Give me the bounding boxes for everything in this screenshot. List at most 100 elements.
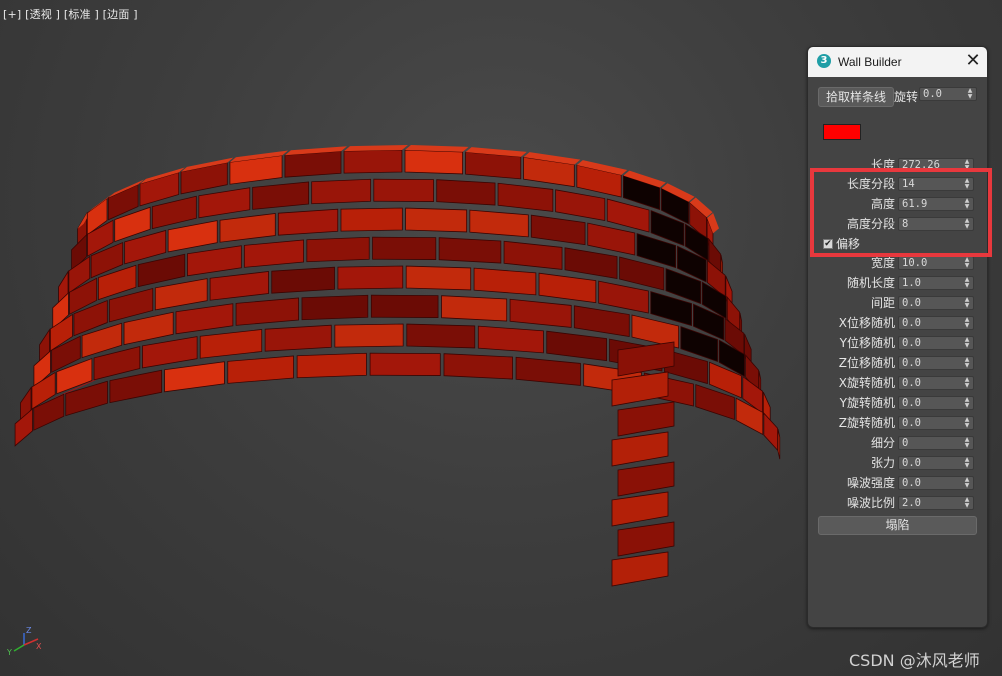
end-brick (617, 521, 675, 557)
end-brick (617, 401, 675, 437)
param-spinner[interactable]: 0.0 ▲ ▼ (898, 456, 974, 470)
brick (337, 265, 404, 290)
param-label: X旋转随机 (838, 376, 895, 390)
end-brick (611, 491, 669, 527)
param-label: 噪波强度 (846, 476, 895, 490)
param-value[interactable]: 0.0 (902, 337, 921, 350)
param-value[interactable]: 0.0 (902, 377, 921, 390)
spinner-arrows-icon[interactable]: ▲ ▼ (963, 337, 971, 349)
param-row: 宽度 10.0 ▲ ▼ (808, 255, 987, 271)
rotate-label: 旋转 (894, 90, 919, 104)
param-value[interactable]: 0.0 (902, 357, 921, 370)
spinner-arrows-icon[interactable]: ▲ ▼ (963, 397, 971, 409)
brick (370, 294, 439, 318)
spinner-arrows-icon[interactable]: ▲ ▼ (963, 437, 971, 449)
brick-wall (14, 145, 781, 587)
param-label: 噪波比例 (846, 496, 895, 510)
spinner-arrows-icon[interactable]: ▲ ▼ (966, 88, 974, 100)
param-spinner[interactable]: 0.0 ▲ ▼ (898, 336, 974, 350)
param-label: 随机长度 (846, 276, 895, 290)
end-brick (611, 431, 669, 467)
param-value[interactable]: 0.0 (902, 477, 921, 490)
spinner-arrows-icon[interactable]: ▲ ▼ (963, 497, 971, 509)
panel-title: Wall Builder (838, 55, 902, 69)
param-spinner[interactable]: 0.0 ▲ ▼ (898, 356, 974, 370)
param-label: Z旋转随机 (838, 416, 895, 430)
param-spinner[interactable]: 0.0 ▲ ▼ (898, 296, 974, 310)
brick (301, 294, 369, 321)
param-spinner[interactable]: 0.0 ▲ ▼ (898, 396, 974, 410)
wall-color-swatch[interactable] (823, 124, 861, 140)
param-value[interactable]: 0 (902, 437, 908, 450)
param-spinner[interactable]: 0.0 ▲ ▼ (898, 476, 974, 490)
brick (311, 178, 372, 205)
param-label: 宽度 (870, 256, 895, 270)
param-spinner[interactable]: 0 ▲ ▼ (898, 436, 974, 450)
param-row: 细分 0 ▲ ▼ (808, 435, 987, 451)
param-spinner[interactable]: 0.0 ▲ ▼ (898, 316, 974, 330)
spinner-arrows-icon[interactable]: ▲ ▼ (963, 357, 971, 369)
highlight-annotation-box (810, 168, 992, 257)
param-value[interactable]: 0.0 (902, 397, 921, 410)
param-value[interactable]: 10.0 (902, 257, 927, 270)
panel-titlebar[interactable]: 3 Wall Builder ✕ (808, 47, 987, 77)
wall-builder-panel: 3 Wall Builder ✕ 拾取样条线 旋转 0.0 ▲ ▼ 长度 272.… (807, 46, 988, 628)
param-value[interactable]: 1.0 (902, 277, 921, 290)
param-row: 随机长度 1.0 ▲ ▼ (808, 275, 987, 291)
spinner-arrows-icon[interactable]: ▲ ▼ (963, 377, 971, 389)
brick (441, 295, 508, 322)
param-spinner[interactable]: 0.0 ▲ ▼ (898, 416, 974, 430)
rotate-spinner[interactable]: 0.0 ▲ ▼ (919, 87, 977, 101)
spinner-arrows-icon[interactable]: ▲ ▼ (963, 257, 971, 269)
3dsmax-app-icon: 3 (817, 54, 831, 68)
watermark: CSDN @沐风老师 (849, 651, 980, 670)
param-row: Y旋转随机 0.0 ▲ ▼ (808, 395, 987, 411)
spinner-arrows-icon[interactable]: ▲ ▼ (963, 457, 971, 469)
axis-gizmo: Z Y X (6, 626, 42, 657)
brick (334, 323, 404, 348)
param-value[interactable]: 0.0 (902, 297, 921, 310)
param-row: X位移随机 0.0 ▲ ▼ (808, 315, 987, 331)
param-spinner[interactable]: 1.0 ▲ ▼ (898, 276, 974, 290)
close-icon[interactable]: ✕ (964, 52, 982, 70)
param-label: X位移随机 (838, 316, 895, 330)
brick (438, 237, 502, 264)
param-label: 细分 (870, 436, 895, 450)
brick (406, 323, 476, 349)
param-label: 间距 (870, 296, 895, 310)
param-value[interactable]: 0.0 (902, 317, 921, 330)
pick-spline-button[interactable]: 拾取样条线 (818, 87, 894, 107)
brick (443, 353, 513, 380)
param-row: 噪波比例 2.0 ▲ ▼ (808, 495, 987, 511)
spinner-arrows-icon[interactable]: ▲ ▼ (963, 477, 971, 489)
spinner-arrows-icon[interactable]: ▲ ▼ (963, 317, 971, 329)
param-spinner[interactable]: 10.0 ▲ ▼ (898, 256, 974, 270)
param-value[interactable]: 0.0 (902, 457, 921, 470)
spinner-arrows-icon[interactable]: ▲ ▼ (963, 277, 971, 289)
brick (405, 265, 472, 291)
param-spinner[interactable]: 0.0 ▲ ▼ (898, 376, 974, 390)
brick (264, 324, 332, 352)
brick (373, 178, 434, 202)
param-label: Y位移随机 (839, 336, 895, 350)
gizmo-z-label: Z (26, 626, 32, 635)
param-row: Z旋转随机 0.0 ▲ ▼ (808, 415, 987, 431)
collapse-button[interactable]: 塌陷 (818, 516, 977, 535)
param-value[interactable]: 2.0 (902, 497, 921, 510)
brick (277, 208, 339, 236)
spinner-arrows-icon[interactable]: ▲ ▼ (963, 417, 971, 429)
brick (284, 150, 342, 178)
param-row: Y位移随机 0.0 ▲ ▼ (808, 335, 987, 351)
spinner-arrows-icon[interactable]: ▲ ▼ (963, 297, 971, 309)
param-row: 张力 0.0 ▲ ▼ (808, 455, 987, 471)
end-brick (611, 551, 669, 587)
rotate-value[interactable]: 0.0 (923, 88, 942, 101)
gizmo-x-label: X (36, 642, 42, 651)
param-label: Z位移随机 (838, 356, 895, 370)
brick (372, 236, 437, 260)
param-spinner[interactable]: 2.0 ▲ ▼ (898, 496, 974, 510)
brick (296, 352, 367, 379)
param-label: Y旋转随机 (839, 396, 895, 410)
brick (271, 266, 335, 294)
param-value[interactable]: 0.0 (902, 417, 921, 430)
